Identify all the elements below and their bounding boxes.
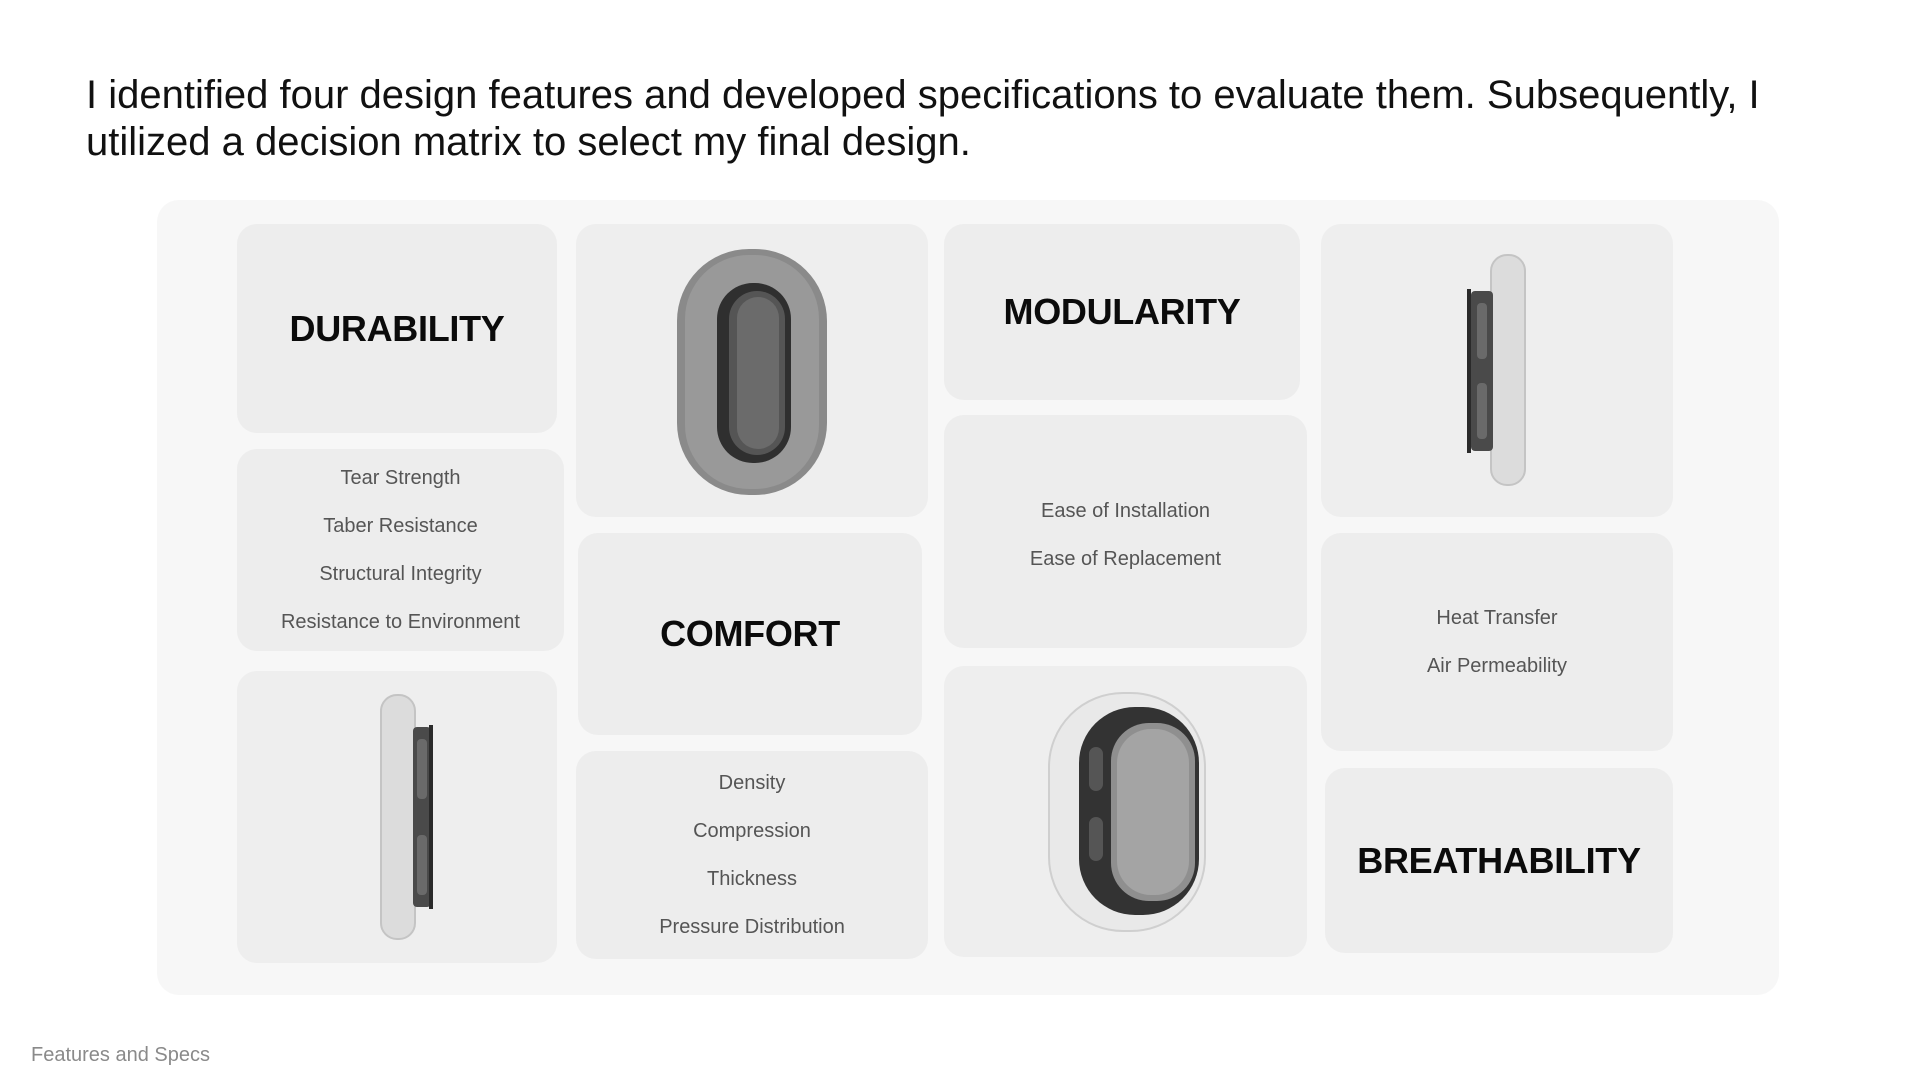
spec-item: Ease of Installation (1040, 500, 1210, 522)
spec-item: Pressure Distribution (659, 916, 845, 938)
intro-text: I identified four design features and de… (86, 73, 1760, 164)
comfort-title: COMFORT (660, 613, 840, 654)
spec-item: Thickness (706, 868, 798, 890)
ear-cushion-side-right-image (1467, 253, 1526, 486)
spec-item: Ease of Replacement (1029, 548, 1222, 570)
ear-cushion-angled-white-card (944, 666, 1307, 957)
spec-item: Tear Strength (340, 467, 461, 489)
durability-title-card: DURABILITY (237, 224, 557, 433)
durability-specs-card: Tear Strength Taber Resistance Structura… (237, 449, 564, 651)
spec-item: Taber Resistance (323, 515, 478, 537)
breathability-title: BREATHABILITY (1357, 839, 1641, 881)
modularity-specs-card: Ease of Installation Ease of Replacement (944, 415, 1307, 648)
ear-cushion-front-gray-image (677, 248, 827, 495)
ear-cushion-front-gray-card (576, 224, 928, 517)
modularity-title-card: MODULARITY (944, 224, 1300, 400)
spec-item: Structural Integrity (319, 563, 482, 585)
ear-cushion-side-left-card (237, 671, 557, 963)
modularity-spec-list: Ease of Installation Ease of Replacement (1030, 487, 1221, 583)
spec-item: Air Permeability (1426, 655, 1568, 677)
ear-cushion-side-left-image (380, 694, 433, 940)
comfort-specs-card: Density Compression Thickness Pressure D… (576, 751, 928, 959)
durability-title: DURABILITY (289, 307, 505, 349)
breathability-spec-list: Heat Transfer Air Permeability (1427, 594, 1567, 690)
spec-item: Resistance to Environment (280, 611, 520, 633)
ear-cushion-side-right-card (1321, 224, 1673, 517)
ear-cushion-angled-white-image (1047, 691, 1206, 932)
breathability-specs-card: Heat Transfer Air Permeability (1321, 533, 1673, 751)
spec-item: Heat Transfer (1436, 607, 1558, 629)
footer-label: Features and Specs (31, 1044, 210, 1066)
comfort-spec-list: Density Compression Thickness Pressure D… (659, 759, 845, 951)
features-board: DURABILITY Tear Strength Taber Resistanc… (157, 200, 1779, 995)
durability-spec-list: Tear Strength Taber Resistance Structura… (281, 454, 520, 646)
spec-item: Density (718, 772, 786, 794)
modularity-title: MODULARITY (1003, 291, 1241, 332)
comfort-title-card: COMFORT (578, 533, 922, 735)
spec-item: Compression (693, 820, 811, 842)
breathability-title-card: BREATHABILITY (1325, 768, 1673, 953)
